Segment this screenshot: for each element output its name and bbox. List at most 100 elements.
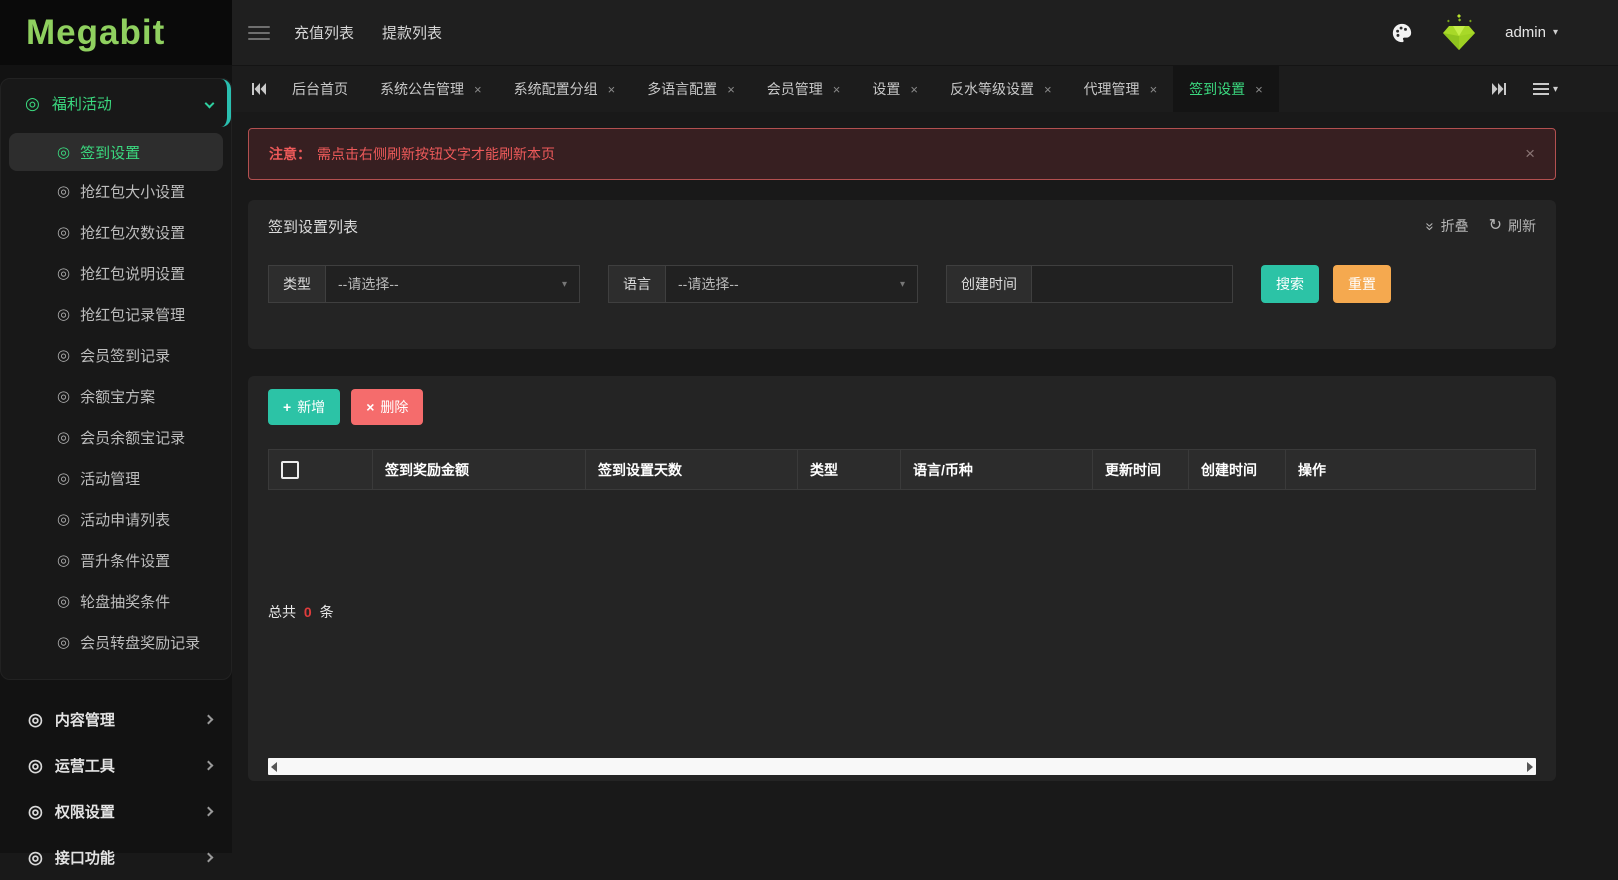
scroll-right-arrow-icon[interactable] [1527,762,1533,772]
close-icon[interactable]: × [1525,144,1535,164]
tab-label: 设置 [872,79,900,99]
submenu-label: 抢红包说明设置 [80,263,185,284]
tab-label: 系统公告管理 [380,79,464,99]
table-header-row: 签到奖励金额 签到设置天数 类型 语言/币种 更新时间 创建时间 操作 [269,450,1536,490]
user-menu[interactable]: admin ▾ [1505,24,1558,41]
select-all-checkbox[interactable] [281,461,299,479]
sidebar-group-welfare: ◎ 福利活动 ◎ 签到设置 ◎ 抢红包大小设置 ◎ 抢红包次数设置 ◎ 抢红包说… [0,78,232,680]
scroll-left-arrow-icon[interactable] [271,762,277,772]
tabs-scroll-first-icon[interactable] [242,66,276,112]
sidebar-item-welfare-activities[interactable]: ◎ 福利活动 [1,79,231,127]
tabs-scroll-last-icon[interactable] [1491,82,1507,96]
palette-icon[interactable] [1391,22,1413,44]
tab-home[interactable]: 后台首页 [276,66,364,112]
tab-system-announcement[interactable]: 系统公告管理 × [364,66,498,112]
tab-label: 系统配置分组 [514,79,598,99]
col-create-time: 创建时间 [1189,450,1286,490]
sidebar-item-member-yuebao-records[interactable]: ◎ 会员余额宝记录 [1,417,231,458]
caret-down-icon: ▾ [1553,27,1558,38]
bullseye-icon: ◎ [57,266,70,281]
tab-signin-settings[interactable]: 签到设置 × [1173,66,1279,112]
sidebar-item-api-functions[interactable]: ◎ 接口功能 [0,834,232,880]
tab-system-config-group[interactable]: 系统配置分组 × [498,66,632,112]
close-icon[interactable]: × [833,82,841,97]
sidebar-item-redpacket-size[interactable]: ◎ 抢红包大小设置 [1,171,231,212]
bullseye-icon: ◎ [57,307,70,322]
alert-message: 需点击右侧刷新按钮文字才能刷新本页 [317,144,555,164]
sidebar-item-yuebao-plan[interactable]: ◎ 余额宝方案 [1,376,231,417]
sidebar-item-roulette-conditions[interactable]: ◎ 轮盘抽奖条件 [1,581,231,622]
sidebar-toggle-icon[interactable] [248,22,270,44]
sidebar-item-activity-management[interactable]: ◎ 活动管理 [1,458,231,499]
total-count-line: 总共 0 条 [268,602,1536,622]
tab-rebate-level-settings[interactable]: 反水等级设置 × [934,66,1068,112]
sidebar-item-redpacket-desc[interactable]: ◎ 抢红包说明设置 [1,253,231,294]
close-icon[interactable]: × [910,82,918,97]
refresh-icon: ↻ [1489,218,1502,234]
created-time-input[interactable] [1031,265,1233,303]
sidebar-item-wheel-reward-records[interactable]: ◎ 会员转盘奖励记录 [1,622,231,663]
signin-table-panel: +新增 ×删除 签到奖励金额 签到设置天数 类型 语言/币种 更新时间 [248,376,1556,781]
type-select[interactable]: --请选择-- ▾ [325,265,580,303]
delete-label: 删除 [380,399,408,415]
gem-avatar-icon[interactable] [1437,14,1481,52]
sidebar-item-permission-settings[interactable]: ◎ 权限设置 [0,788,232,834]
tab-label: 代理管理 [1084,79,1140,99]
tab-member-management[interactable]: 会员管理 × [751,66,857,112]
tab-label: 反水等级设置 [950,79,1034,99]
sidebar-item-activity-apply-list[interactable]: ◎ 活动申请列表 [1,499,231,540]
tab-settings[interactable]: 设置 × [856,66,934,112]
chevron-right-icon [204,714,214,724]
bullseye-icon: ◎ [57,430,70,445]
sidebar-item-member-signin-records[interactable]: ◎ 会员签到记录 [1,335,231,376]
sidebar-item-redpacket-count[interactable]: ◎ 抢红包次数设置 [1,212,231,253]
plus-icon: + [283,399,291,415]
tab-multilang-config[interactable]: 多语言配置 × [631,66,751,112]
collapse-button[interactable]: » 折叠 [1426,216,1468,236]
menu-icon [1533,80,1549,98]
submenu-label: 会员余额宝记录 [80,427,185,448]
close-icon[interactable]: × [1044,82,1052,97]
sidebar-item-redpacket-records[interactable]: ◎ 抢红包记录管理 [1,294,231,335]
tab-options-menu[interactable]: ▾ [1533,80,1558,98]
sidebar-item-signin-settings[interactable]: ◎ 签到设置 [9,133,223,171]
close-icon[interactable]: × [1150,82,1158,97]
bullseye-icon: ◎ [28,711,43,728]
caret-down-icon: ▾ [900,279,905,290]
parent-label: 内容管理 [55,709,115,730]
close-icon[interactable]: × [608,82,616,97]
topmenu-withdraw-list[interactable]: 提款列表 [382,22,442,43]
sidebar: Megabit ◎ 福利活动 ◎ 签到设置 ◎ 抢红包大小设置 ◎ 抢红包次数设… [0,0,232,853]
bullseye-icon: ◎ [25,95,40,112]
tab-label: 会员管理 [767,79,823,99]
topmenu-recharge-list[interactable]: 充值列表 [294,22,354,43]
close-icon[interactable]: × [1255,82,1263,97]
sidebar-item-label: 福利活动 [52,93,112,114]
add-button[interactable]: +新增 [268,389,340,425]
col-language-currency: 语言/币种 [901,450,1093,490]
submenu-label: 活动管理 [80,468,140,489]
panel-tools: » 折叠 ↻ 刷新 [1426,216,1536,236]
reset-button[interactable]: 重置 [1333,265,1391,303]
caret-down-icon: ▾ [562,279,567,290]
signin-settings-table: 签到奖励金额 签到设置天数 类型 语言/币种 更新时间 创建时间 操作 [268,449,1536,490]
close-icon[interactable]: × [474,82,482,97]
language-select[interactable]: --请选择-- ▾ [665,265,918,303]
tab-label: 多语言配置 [647,79,717,99]
delete-button[interactable]: ×删除 [351,389,423,425]
close-icon[interactable]: × [727,82,735,97]
refresh-button[interactable]: ↻ 刷新 [1489,216,1536,236]
language-select-value: --请选择-- [678,274,739,294]
horizontal-scrollbar[interactable] [268,758,1536,775]
submenu-label: 抢红包大小设置 [80,181,185,202]
sidebar-item-content-management[interactable]: ◎ 内容管理 [0,696,232,742]
tab-agent-management[interactable]: 代理管理 × [1068,66,1174,112]
sidebar-item-promotion-conditions[interactable]: ◎ 晋升条件设置 [1,540,231,581]
col-signin-days: 签到设置天数 [586,450,798,490]
chevron-right-icon [204,852,214,862]
search-button[interactable]: 搜索 [1261,265,1319,303]
sidebar-item-operation-tools[interactable]: ◎ 运营工具 [0,742,232,788]
bullseye-icon: ◎ [57,389,70,404]
parent-label: 权限设置 [55,801,115,822]
double-chevron-icon: » [1423,222,1438,230]
